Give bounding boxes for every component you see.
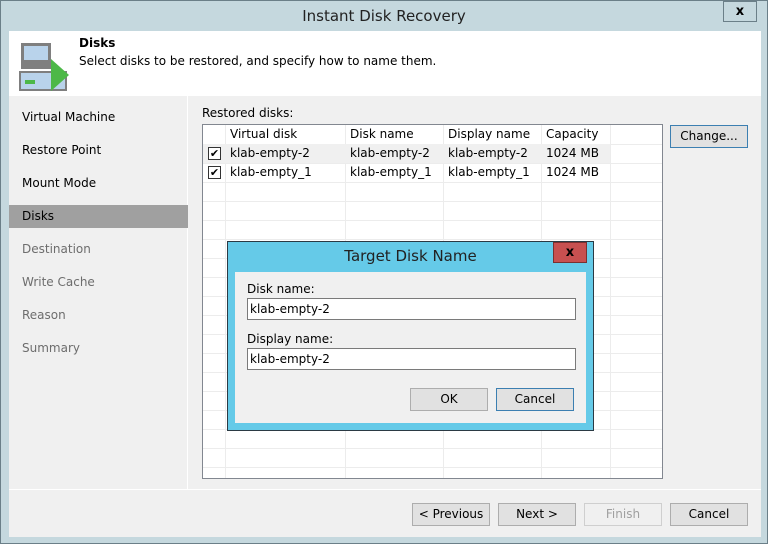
instant-disk-recovery-window: Instant Disk Recovery x Disks Select dis… — [0, 0, 768, 544]
check-icon: ✔ — [209, 166, 220, 179]
column-header-virtual-disk[interactable]: Virtual disk — [225, 125, 297, 144]
close-icon: x — [735, 4, 745, 19]
check-icon: ✔ — [209, 147, 220, 160]
grid-line — [203, 201, 662, 202]
restored-disks-label: Restored disks: — [202, 106, 294, 120]
grid-line — [203, 467, 662, 468]
column-header-capacity[interactable]: Capacity — [541, 125, 598, 144]
grid-line — [610, 125, 611, 478]
column-header-display-name[interactable]: Display name — [443, 125, 530, 144]
next-button[interactable]: Next > — [498, 503, 576, 526]
sidebar-item-reason: Reason — [22, 308, 66, 322]
capacity-cell: 1024 MB — [546, 146, 599, 160]
dialog-cancel-button[interactable]: Cancel — [496, 388, 574, 411]
dialog-close-button[interactable]: x — [553, 242, 587, 263]
disk-name-label: Disk name: — [247, 282, 315, 296]
finish-button: Finish — [584, 503, 662, 526]
display-name-label: Display name: — [247, 332, 334, 346]
wizard-steps-sidebar: Virtual Machine Restore Point Mount Mode… — [9, 96, 188, 489]
sidebar-item-restore-point[interactable]: Restore Point — [9, 139, 188, 162]
table-row[interactable]: ✔ klab-empty_1 klab-empty_1 klab-empty_1… — [203, 163, 610, 182]
wizard-header: Disks Select disks to be restored, and s… — [9, 31, 761, 96]
display-name-cell: klab-empty_1 — [448, 165, 530, 179]
dialog-title: Target Disk Name — [344, 247, 477, 265]
grid-line — [203, 448, 662, 449]
disk-checkbox[interactable]: ✔ — [208, 166, 221, 179]
sidebar-item-virtual-machine[interactable]: Virtual Machine — [9, 106, 188, 129]
display-name-input[interactable]: klab-empty-2 — [247, 348, 576, 370]
disk-name-cell: klab-empty_1 — [350, 165, 432, 179]
grid-line — [203, 220, 662, 221]
disk-restore-icon — [19, 43, 69, 91]
disk-checkbox[interactable]: ✔ — [208, 147, 221, 160]
step-description: Select disks to be restored, and specify… — [79, 54, 437, 68]
display-name-cell: klab-empty-2 — [448, 146, 528, 160]
close-icon: x — [565, 245, 575, 260]
window-close-button[interactable]: x — [723, 1, 757, 22]
virtual-disk-cell: klab-empty_1 — [230, 165, 312, 179]
target-disk-name-dialog: Target Disk Name x Disk name: klab-empty… — [227, 241, 594, 431]
wizard-footer: < Previous Next > Finish Cancel — [9, 489, 761, 537]
sidebar-item-write-cache: Write Cache — [22, 275, 95, 289]
disk-name-input[interactable]: klab-empty-2 — [247, 298, 576, 320]
window-title: Instant Disk Recovery — [302, 7, 466, 25]
change-button[interactable]: Change... — [670, 125, 748, 148]
disk-name-cell: klab-empty-2 — [350, 146, 430, 160]
virtual-disk-cell: klab-empty-2 — [230, 146, 310, 160]
column-header-disk-name[interactable]: Disk name — [345, 125, 414, 144]
sidebar-item-disks[interactable]: Disks — [9, 205, 188, 228]
table-header: Virtual disk Disk name Display name Capa… — [203, 125, 611, 144]
cancel-button[interactable]: Cancel — [670, 503, 748, 526]
step-title: Disks — [79, 36, 116, 50]
grid-line — [203, 239, 662, 240]
grid-line — [203, 182, 662, 183]
dialog-body: Disk name: klab-empty-2 Display name: kl… — [235, 272, 586, 423]
sidebar-item-mount-mode[interactable]: Mount Mode — [9, 172, 188, 195]
ok-button[interactable]: OK — [410, 388, 488, 411]
capacity-cell: 1024 MB — [546, 165, 599, 179]
table-row[interactable]: ✔ klab-empty-2 klab-empty-2 klab-empty-2… — [203, 144, 610, 163]
sidebar-item-destination: Destination — [22, 242, 91, 256]
previous-button[interactable]: < Previous — [412, 503, 490, 526]
sidebar-item-summary: Summary — [22, 341, 80, 355]
